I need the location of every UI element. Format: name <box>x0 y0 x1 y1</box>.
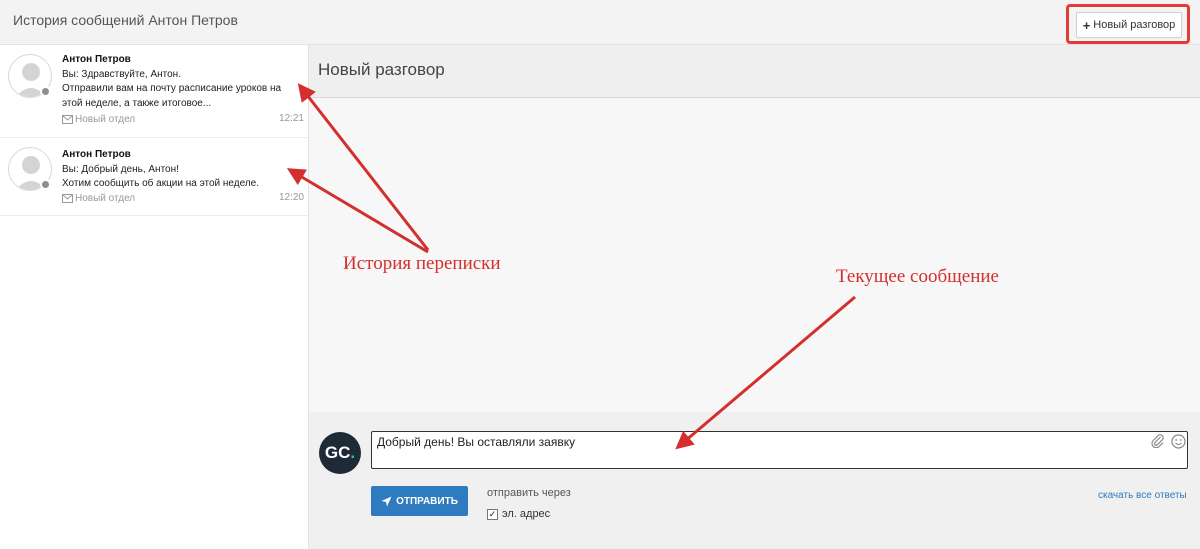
send-icon <box>381 496 392 506</box>
contact-name: Антон Петров <box>62 54 131 65</box>
avatar-dot: . <box>350 443 356 462</box>
conversation-item[interactable]: Антон Петров Вы: Добрый день, Антон! Хот… <box>0 137 308 216</box>
department-name: Новый отдел <box>75 114 136 125</box>
message-time: 12:21 <box>278 113 304 124</box>
page-title: История сообщений Антон Петров <box>13 12 238 28</box>
status-dot <box>40 179 51 190</box>
checkbox[interactable]: ✓ <box>487 508 498 520</box>
conversation-panel: Новый разговор GC. ОТПРАВИТЬ отправить ч… <box>309 45 1200 549</box>
conversation-title: Новый разговор <box>318 60 445 79</box>
message-preview-line: Хотим сообщить об акции на этой неделе. <box>62 178 259 189</box>
department-label: Новый отдел <box>62 193 135 204</box>
message-preview-line: Вы: Добрый день, Антон! <box>62 164 179 175</box>
message-input[interactable] <box>371 431 1188 469</box>
operator-avatar: GC. <box>319 432 361 474</box>
new-conversation-button[interactable]: + Новый разговор <box>1076 12 1182 38</box>
conversation-header: Новый разговор <box>309 45 1200 98</box>
message-preview-line: Вы: Здравствуйте, Антон. <box>62 69 181 80</box>
envelope-icon <box>62 115 73 124</box>
paperclip-icon[interactable] <box>1151 434 1165 453</box>
top-bar: История сообщений Антон Петров + Новый р… <box>0 0 1200 45</box>
download-all-answers-link[interactable]: скачать все ответы <box>1098 490 1187 501</box>
department-name: Новый отдел <box>75 193 136 204</box>
annotation-history: История переписки <box>343 253 501 274</box>
status-dot <box>40 86 51 97</box>
send-button[interactable]: ОТПРАВИТЬ <box>371 486 468 516</box>
new-conversation-highlight: + Новый разговор <box>1066 4 1190 44</box>
send-label: ОТПРАВИТЬ <box>396 495 458 507</box>
message-composer: GC. ОТПРАВИТЬ отправить через ✓ эл. адре… <box>309 412 1200 549</box>
conversation-list: Антон Петров Вы: Здравствуйте, Антон. От… <box>0 45 309 549</box>
email-option[interactable]: ✓ эл. адрес <box>487 508 550 520</box>
annotation-current: Текущее сообщение <box>836 266 999 287</box>
avatar-text: GC <box>324 443 351 462</box>
contact-name: Антон Петров <box>62 149 131 160</box>
department-label: Новый отдел <box>62 114 135 125</box>
envelope-icon <box>62 194 73 203</box>
smile-icon[interactable] <box>1171 434 1186 454</box>
send-via-label: отправить через <box>487 487 571 499</box>
message-preview-line: этой неделе, а также итоговое... <box>62 98 212 109</box>
plus-icon: + <box>1082 17 1091 33</box>
conversation-item[interactable]: Антон Петров Вы: Здравствуйте, Антон. От… <box>0 45 308 138</box>
new-conversation-label: Новый разговор <box>1093 19 1176 31</box>
message-time: 12:20 <box>278 192 304 203</box>
email-option-label: эл. адрес <box>502 508 551 520</box>
message-preview-line: Отправили вам на почту расписание уроков… <box>62 83 282 94</box>
